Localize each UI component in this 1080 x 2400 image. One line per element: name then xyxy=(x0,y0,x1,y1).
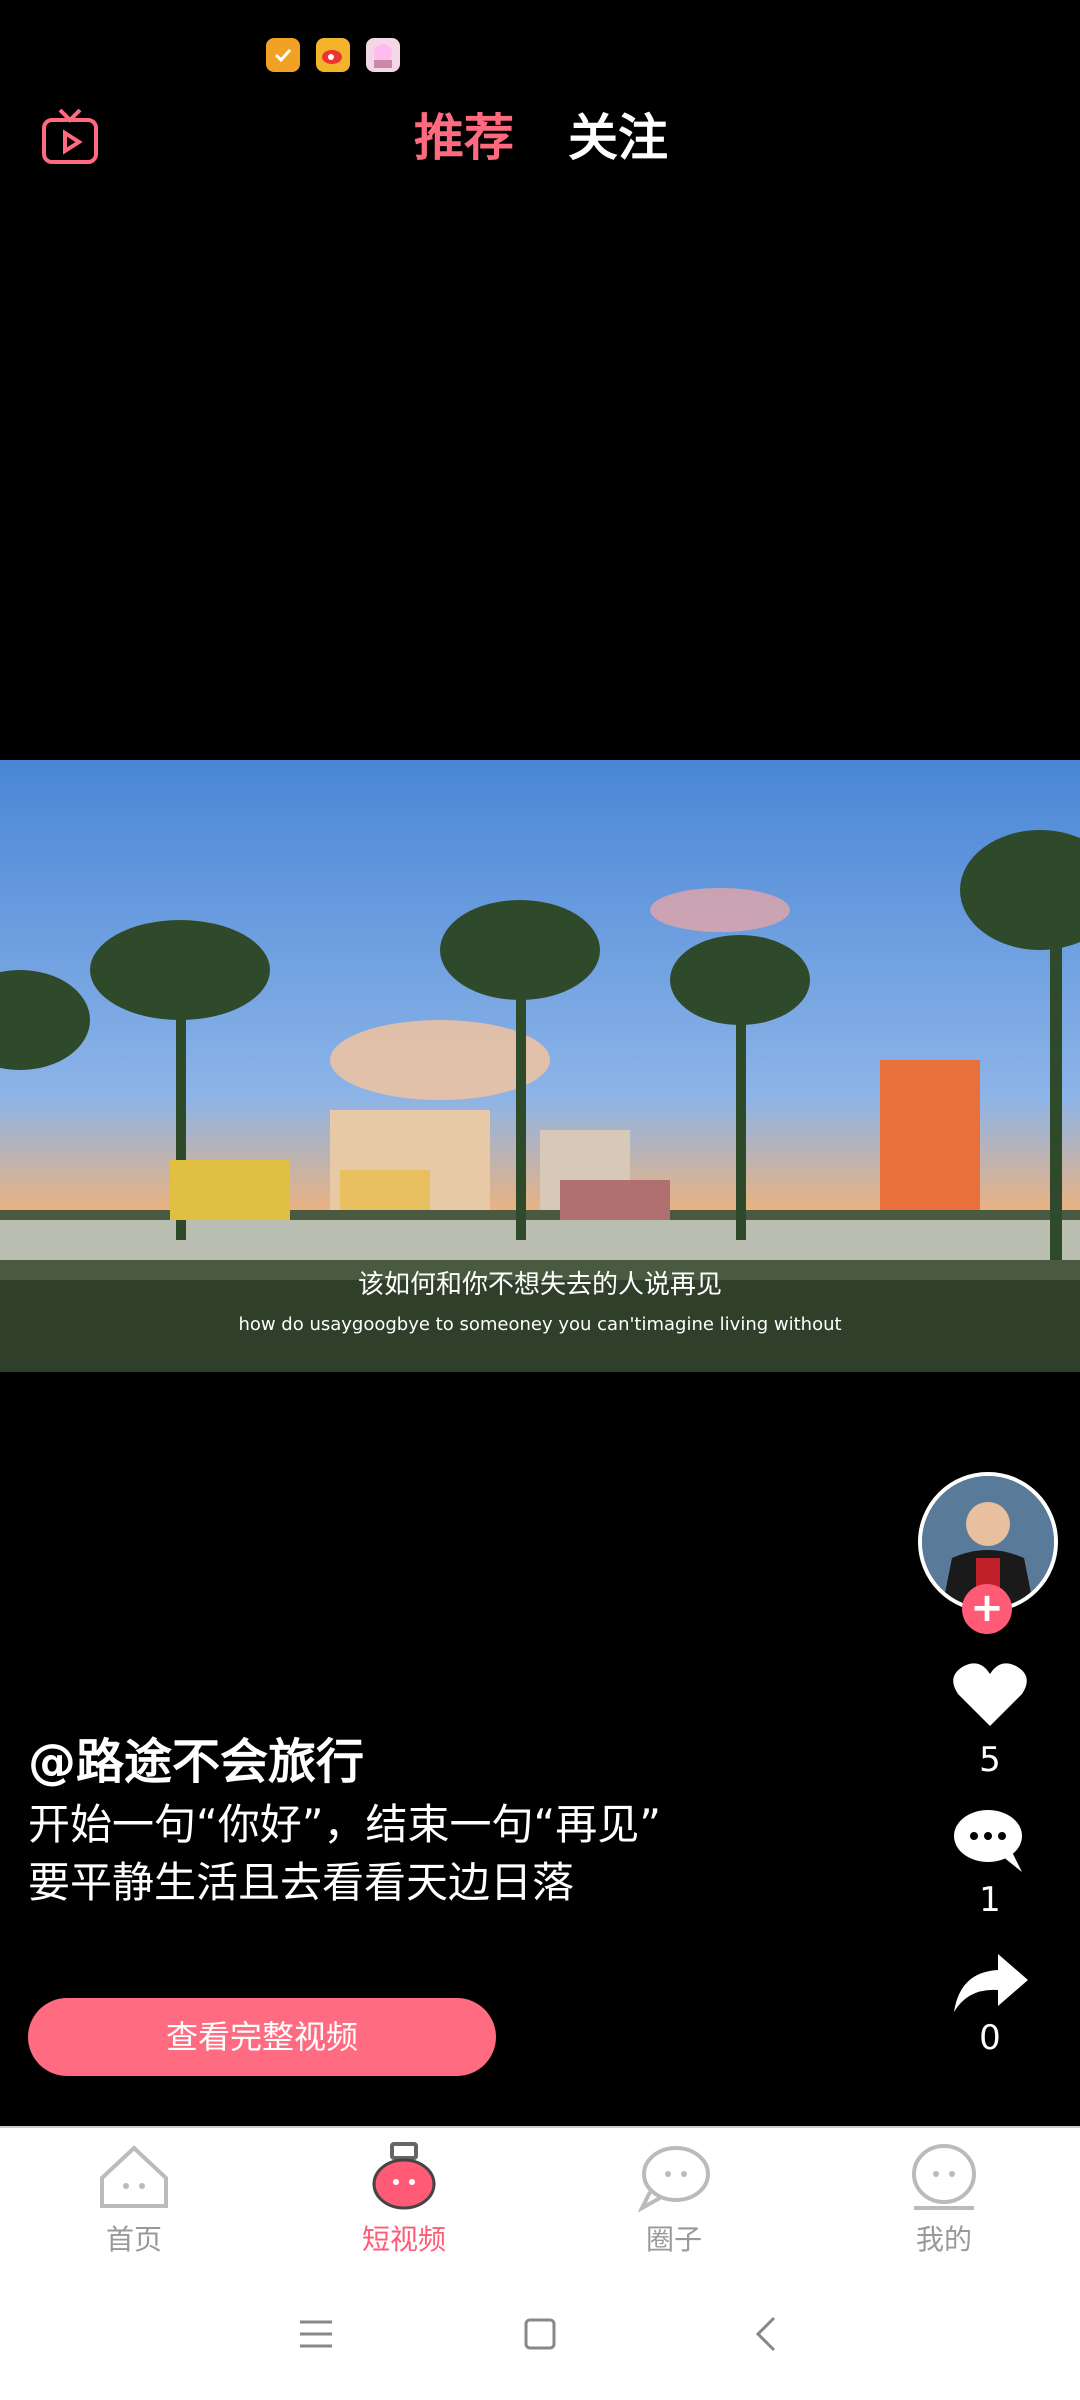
comment-icon[interactable] xyxy=(950,1806,1030,1876)
video-description: 开始一句“你好”，结束一句“再见” 要平静生活且去看看天边日落 xyxy=(28,1800,662,1907)
tv-icon[interactable] xyxy=(38,106,102,170)
home-icon xyxy=(100,2145,168,2208)
tab-short-video-label: 短视频 xyxy=(361,2223,446,2256)
back-icon[interactable] xyxy=(746,2312,790,2356)
tab-recommend[interactable]: 推荐 xyxy=(414,108,514,168)
weibo-icon xyxy=(316,38,350,72)
follow-button[interactable]: + xyxy=(962,1584,1012,1634)
tab-circle[interactable]: 圈子 xyxy=(574,2142,774,2262)
menu-icon[interactable] xyxy=(294,2312,338,2356)
bottom-tab-bar: 首页 短视频 圈子 我的 xyxy=(0,2126,1080,2268)
author-name[interactable]: @路途不会旅行 xyxy=(28,1722,364,1792)
tab-profile[interactable]: 我的 xyxy=(844,2142,1044,2262)
comment-count: 1 xyxy=(979,1880,1001,1920)
top-nav: 推荐 关注 xyxy=(0,100,1080,180)
home-square-icon[interactable] xyxy=(518,2312,562,2356)
share-count: 0 xyxy=(979,2018,1001,2058)
like-icon[interactable] xyxy=(950,1660,1030,1730)
share-icon[interactable] xyxy=(950,1950,1030,2020)
video-player[interactable]: 该如何和你不想失去的人说再见 how do usaygoogbye to som… xyxy=(0,760,1080,1372)
system-nav-bar xyxy=(0,2268,1080,2400)
tab-short-video[interactable]: 短视频 xyxy=(304,2142,504,2262)
tab-profile-label: 我的 xyxy=(915,2223,972,2256)
circle-icon xyxy=(637,2146,710,2212)
anime-avatar-icon xyxy=(366,38,400,72)
like-count: 5 xyxy=(979,1740,1001,1780)
status-bar xyxy=(0,0,1080,100)
profile-icon xyxy=(912,2144,976,2210)
subtitle-english: how do usaygoogbye to someoney you can't… xyxy=(238,1314,842,1335)
tab-home-label: 首页 xyxy=(105,2223,162,2256)
check-badge-icon xyxy=(266,38,300,72)
tab-following[interactable]: 关注 xyxy=(568,108,668,168)
watch-full-video-button[interactable]: 查看完整视频 xyxy=(28,1998,496,2076)
subtitle-chinese: 该如何和你不想失去的人说再见 xyxy=(357,1270,722,1300)
tab-circle-label: 圈子 xyxy=(645,2223,702,2256)
tab-home[interactable]: 首页 xyxy=(34,2142,234,2262)
short-video-icon xyxy=(372,2142,436,2210)
